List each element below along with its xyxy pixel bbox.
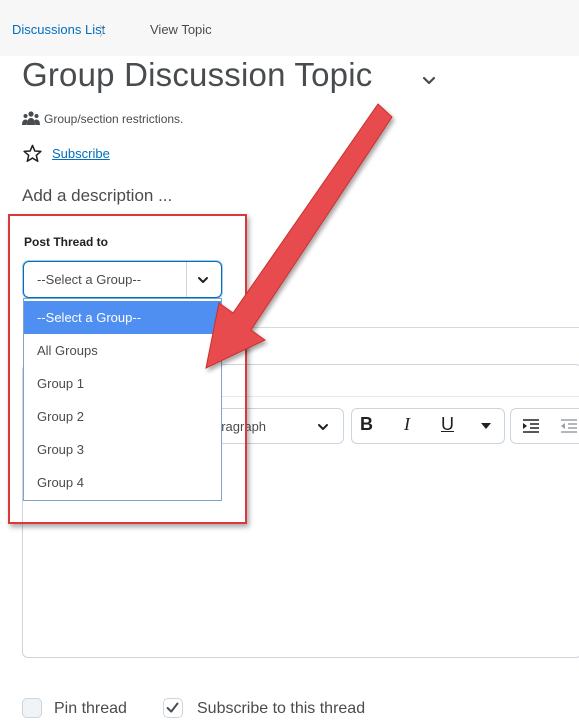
star-icon[interactable] <box>23 144 42 163</box>
pin-thread-checkbox[interactable] <box>22 698 42 718</box>
outdent-icon[interactable] <box>560 418 578 434</box>
group-icon <box>22 111 40 125</box>
underline-button[interactable]: U <box>441 414 454 435</box>
indent-icon[interactable] <box>522 418 540 434</box>
subscribe-thread-label: Subscribe to this thread <box>197 700 366 717</box>
restriction-text: Group/section restrictions. <box>44 112 184 126</box>
description-placeholder[interactable]: Add a description ... <box>22 186 172 206</box>
page-title: Group Discussion Topic <box>22 56 373 93</box>
annotation-highlight-box <box>8 214 247 524</box>
bold-button[interactable]: B <box>360 414 373 435</box>
chevron-down-icon[interactable] <box>421 72 437 88</box>
pin-thread-label: Pin thread <box>54 700 127 717</box>
breadcrumb-separator: 〉 <box>99 24 113 39</box>
chevron-down-icon <box>318 424 328 430</box>
subscribe-link[interactable]: Subscribe <box>52 146 110 161</box>
checkmark-icon <box>166 702 179 713</box>
italic-button[interactable]: I <box>404 414 410 435</box>
subscribe-thread-checkbox[interactable] <box>163 698 183 718</box>
subject-field-border <box>222 327 579 328</box>
breadcrumb-current: View Topic <box>150 22 212 37</box>
caret-down-icon[interactable] <box>480 421 492 431</box>
breadcrumb-discussions-list-link[interactable]: Discussions List <box>12 22 105 37</box>
